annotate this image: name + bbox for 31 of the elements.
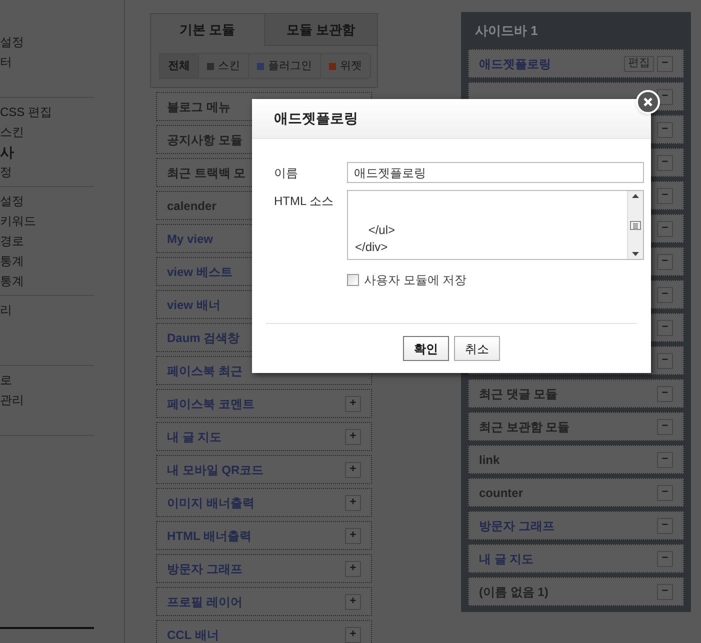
module-name: 페이스북 최근 xyxy=(167,362,242,380)
module-name: 내 글 지도 xyxy=(167,428,222,446)
module-name: counter xyxy=(479,484,524,502)
module-name: 최근 보관함 모듈 xyxy=(479,418,570,436)
module-name: Daum 검색창 xyxy=(167,330,240,346)
module-name: 이미지 배너출력 xyxy=(167,494,254,512)
module-name: link xyxy=(479,452,500,468)
module-name: 프로필 레이어 xyxy=(167,594,242,610)
module-name: calender xyxy=(167,198,216,214)
module-name: 애드젯플로링 xyxy=(479,56,551,72)
module-name: HTML 배너출력 xyxy=(167,528,252,544)
source-label: HTML 소스 xyxy=(274,193,334,210)
module-name: (이름 없음 1) xyxy=(479,584,548,600)
dialog-title: 애드젯플로링 xyxy=(274,109,358,128)
source-line: </div> xyxy=(355,239,389,255)
module-name: 최근 트랙백 모 xyxy=(167,164,246,182)
module-name: view 베스트 xyxy=(167,264,232,280)
module-name: 방문자 그래프 xyxy=(167,560,242,578)
source-line: </ul> xyxy=(367,222,396,238)
module-name: 내 글 지도 xyxy=(479,550,534,568)
module-name: 방문자 그래프 xyxy=(479,518,554,534)
module-name: My view xyxy=(167,230,214,248)
name-label: 이름 xyxy=(274,165,298,182)
module-name: 블로그 메뉴 xyxy=(167,98,230,116)
module-name: view 배너 xyxy=(167,296,220,314)
module-name: 최근 댓글 모듈 xyxy=(479,386,558,402)
module-name: 페이스북 코멘트 xyxy=(167,396,254,412)
module-name: CCL 배너 xyxy=(167,626,219,643)
module-name: 내 모바일 QR코드 xyxy=(167,462,264,478)
sidebar-title: 사이드바 1 xyxy=(474,22,539,40)
module-name: 공지사항 모듈 xyxy=(167,132,242,148)
